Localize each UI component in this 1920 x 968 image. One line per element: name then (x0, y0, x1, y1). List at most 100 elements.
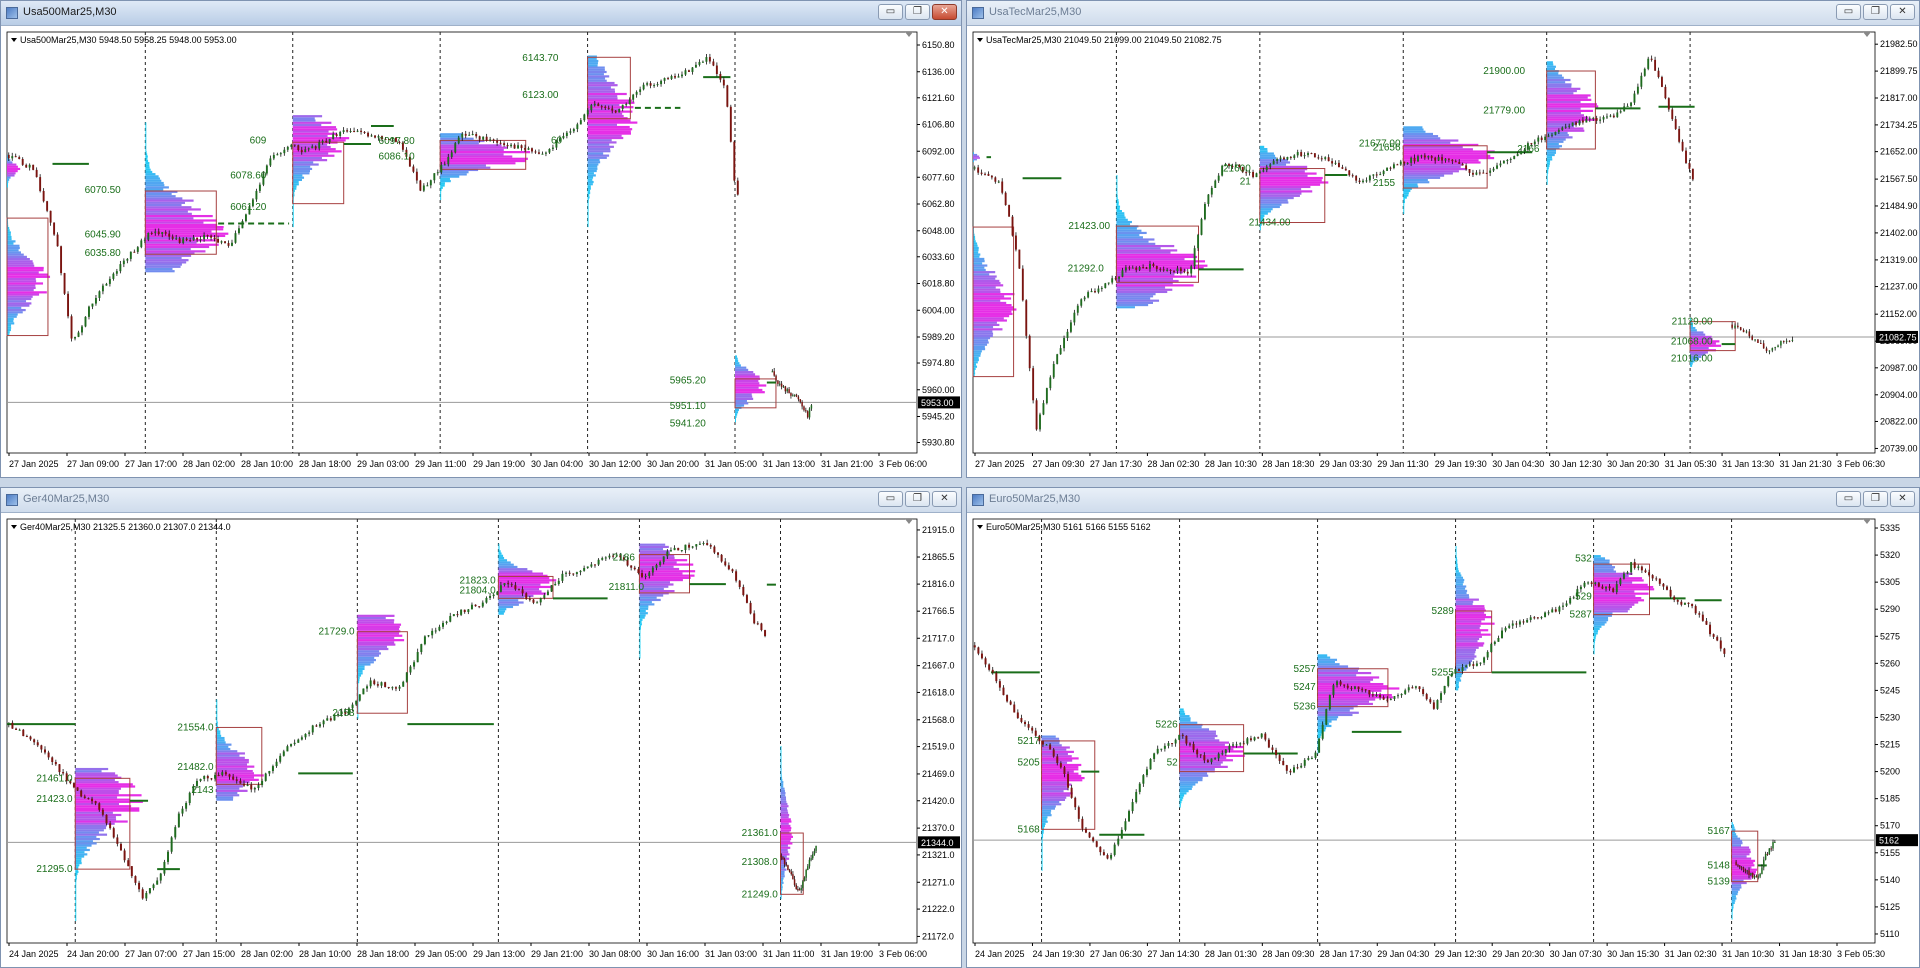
restore-button[interactable]: ❐ (1863, 491, 1888, 507)
price-chart[interactable]: 21900.0021779.0021423.0021292.0216002121… (967, 26, 1919, 477)
candle-body (788, 389, 790, 394)
profile-row (973, 246, 979, 250)
y-tick-label: 21865.5 (922, 552, 955, 562)
profile-row (1317, 696, 1393, 699)
profile-row (7, 304, 30, 307)
minimize-button[interactable]: ▭ (878, 4, 903, 20)
candle-body (805, 410, 807, 412)
profile-row (1116, 218, 1128, 221)
candle-body (461, 133, 464, 138)
profile-row (1041, 864, 1043, 867)
candle-body (1508, 625, 1511, 628)
level-label: 5255 (1432, 667, 1455, 678)
restore-button[interactable]: ❐ (1863, 4, 1888, 20)
profile-row (498, 585, 553, 589)
candle-body (1551, 609, 1554, 613)
profile-row (1317, 671, 1372, 675)
candle-body (688, 70, 690, 72)
restore-button[interactable]: ❐ (905, 4, 930, 20)
window-titlebar[interactable]: Usa500Mar25,M30 ▭ ❐ ✕ (1, 1, 961, 26)
candle-body (25, 164, 28, 168)
candle-body (126, 258, 129, 261)
close-button[interactable]: ✕ (932, 491, 957, 507)
price-chart[interactable]: 5217520551685226525257524752365289525552… (967, 513, 1919, 967)
candle-body (499, 142, 502, 144)
profile-row (780, 833, 792, 836)
candle-body (731, 569, 734, 572)
profile-row (639, 620, 642, 624)
candle-body (544, 152, 547, 154)
candle-body (1788, 340, 1791, 342)
window-titlebar[interactable]: Ger40Mar25,M30 ▭ ❐ ✕ (1, 488, 961, 513)
candle-body (482, 136, 485, 140)
profile-row (1179, 792, 1187, 795)
x-tick-label: 24 Jan 2025 (975, 949, 1025, 959)
candle-body (977, 167, 980, 173)
restore-button[interactable]: ❐ (905, 491, 930, 507)
candle-body (325, 140, 328, 143)
profile-row (735, 362, 740, 365)
profile-row (735, 415, 737, 418)
candle-body (1052, 749, 1055, 757)
profile-row (75, 901, 77, 904)
profile-row (145, 192, 172, 196)
profile-row (973, 253, 981, 256)
level-label: 21482.0 (177, 762, 214, 773)
minimize-button[interactable]: ▭ (1836, 491, 1861, 507)
price-chart[interactable]: 6143.706123.006070.506045.906035.8060960… (1, 26, 961, 477)
chart-window-ger40[interactable]: Ger40Mar25,M30 ▭ ❐ ✕ 21461.0 21423.0 21295… (0, 487, 962, 968)
candle-body (1382, 170, 1385, 175)
close-button[interactable]: ✕ (932, 4, 957, 20)
window-titlebar[interactable]: Euro50Mar25,M30 ▭ ❐ ✕ (967, 488, 1919, 513)
profile-row (1403, 154, 1491, 157)
profile-row (780, 853, 790, 856)
window-titlebar[interactable]: UsaTecMar25,M30 ▭ ❐ ✕ (967, 1, 1919, 26)
chart-window-usa500[interactable]: Usa500Mar25,M30 ▭ ❐ ✕ 6143.70 6123.00 6070… (0, 0, 962, 478)
chart-window-euro50[interactable]: Euro50Mar25,M30 ▭ ❐ ✕ 5217 5205 5168 5226 52… (966, 487, 1920, 968)
profile-row (145, 239, 217, 242)
level-label: 60 (551, 135, 563, 146)
profile-row (587, 213, 589, 217)
candle-body (1300, 765, 1303, 768)
y-tick-label: 21618.0 (922, 687, 955, 697)
candle-body (1746, 870, 1748, 872)
profile-row (973, 301, 1007, 305)
candle-body (1777, 345, 1779, 348)
x-tick-label: 30 Jan 20:30 (1607, 459, 1659, 469)
profile-row (7, 167, 21, 171)
minimize-button[interactable]: ▭ (878, 491, 903, 507)
chart-window-usatec[interactable]: UsaTecMar25,M30 ▭ ❐ ✕ 21900.00 21779.00 21… (966, 0, 1920, 478)
profile-row (1116, 260, 1206, 263)
candle-body (698, 61, 701, 65)
x-tick-label: 29 Jan 03:00 (357, 459, 409, 469)
candle-body (167, 851, 170, 862)
profile-row (780, 763, 782, 766)
close-button[interactable]: ✕ (1890, 4, 1915, 20)
profile-row (292, 178, 302, 182)
candle-body (318, 142, 321, 149)
profile-row (1041, 816, 1048, 819)
candle-body (353, 130, 356, 132)
x-tick-label: 27 Jan 07:00 (125, 949, 177, 959)
price-chart[interactable]: 21461.021423.021295.021554.021482.021432… (1, 513, 961, 967)
candle-body (449, 615, 452, 622)
profile-row (216, 714, 218, 718)
candle-body (524, 148, 526, 150)
minimize-button[interactable]: ▭ (1836, 4, 1861, 20)
profile-row (1546, 138, 1566, 141)
close-button[interactable]: ✕ (1890, 491, 1915, 507)
candle-body (1568, 125, 1571, 127)
profile-row (440, 162, 516, 165)
candle-body (630, 565, 633, 568)
candle-body (307, 148, 310, 150)
profile-row (75, 877, 77, 880)
candle-body (1275, 749, 1278, 756)
candle-body (443, 164, 446, 166)
candle-body (168, 233, 171, 237)
profile-row (1455, 661, 1471, 665)
profile-row (75, 818, 117, 821)
candle-body (1667, 98, 1670, 110)
profile-row (145, 184, 165, 187)
y-tick-label: 21915.0 (922, 525, 955, 535)
candle-body (666, 551, 669, 557)
